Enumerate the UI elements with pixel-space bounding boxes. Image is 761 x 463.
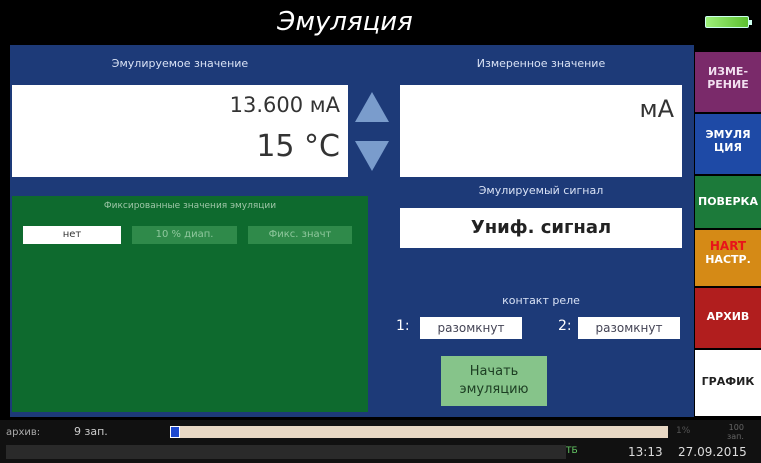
signal-select[interactable]: Униф. сигнал bbox=[400, 208, 682, 248]
tab-measure[interactable]: ИЗМЕ- РЕНИЕ bbox=[695, 52, 761, 112]
tab-graph[interactable]: ГРАФИК bbox=[695, 350, 761, 416]
relay-1-number: 1: bbox=[396, 318, 410, 334]
relay-2-number: 2: bbox=[558, 318, 572, 334]
clock-date: 27.09.2015 bbox=[678, 445, 747, 459]
tab-emulation-label-1: ЭМУЛЯ bbox=[705, 128, 751, 141]
start-emulation-button[interactable]: Начать эмуляцию bbox=[441, 356, 547, 406]
tab-hart-label: HART bbox=[709, 239, 747, 253]
emulated-temp-value: 15 °C bbox=[256, 129, 340, 164]
start-label-2: эмуляцию bbox=[459, 382, 529, 397]
relay-2-state[interactable]: разомкнут bbox=[578, 317, 680, 339]
tab-measure-label-2: РЕНИЕ bbox=[707, 78, 749, 91]
relay-label: контакт реле bbox=[502, 294, 580, 307]
archive-label: архив: bbox=[6, 427, 41, 438]
tab-verify[interactable]: ПОВЕРКА bbox=[695, 176, 761, 228]
storage-indicator: ТБ bbox=[566, 446, 578, 456]
decrease-arrow-icon[interactable] bbox=[355, 141, 389, 171]
archive-count: 9 зап. bbox=[74, 425, 108, 438]
fixed-none-button[interactable]: нет bbox=[23, 226, 121, 244]
increase-arrow-icon[interactable] bbox=[355, 92, 389, 122]
progress-percent: 1% bbox=[676, 426, 691, 436]
emulated-label: Эмулируемое значение bbox=[111, 57, 249, 70]
start-label-1: Начать bbox=[469, 364, 519, 379]
page-title: Эмуляция bbox=[277, 7, 413, 37]
archive-progress-fill bbox=[170, 426, 180, 438]
archive-capacity: 100 зап. bbox=[727, 423, 744, 441]
archive-capacity-1: 100 bbox=[728, 423, 744, 432]
archive-capacity-2: зап. bbox=[727, 432, 744, 441]
tab-settings-label: НАСТР. bbox=[705, 253, 751, 266]
measured-value-box: мА bbox=[400, 85, 682, 177]
tab-hart-settings[interactable]: HART НАСТР. bbox=[695, 230, 761, 286]
fixed-10pct-button[interactable]: 10 % диап. bbox=[132, 226, 237, 244]
tab-emulation-label-2: ЦИЯ bbox=[714, 141, 742, 154]
clock-time: 13:13 bbox=[628, 445, 663, 459]
tab-emulation[interactable]: ЭМУЛЯ ЦИЯ bbox=[695, 114, 761, 174]
battery-icon bbox=[705, 16, 752, 28]
emulated-value-box[interactable]: 13.600 мА 15 °C bbox=[12, 85, 348, 177]
tab-measure-label-1: ИЗМЕ- bbox=[707, 65, 749, 78]
emulated-current-value: 13.600 мА bbox=[229, 93, 340, 117]
measured-label: Измеренное значение bbox=[476, 57, 606, 70]
tab-archive[interactable]: АРХИВ bbox=[695, 288, 761, 348]
measured-unit: мА bbox=[639, 95, 674, 123]
status-strip bbox=[6, 445, 566, 459]
archive-progress-bar bbox=[170, 426, 668, 438]
fixed-values-panel: Фиксированные значения эмуляции нет 10 %… bbox=[12, 196, 368, 412]
fixed-value-button[interactable]: Фикс. значт bbox=[248, 226, 352, 244]
fixed-values-label: Фиксированные значения эмуляции bbox=[103, 201, 277, 211]
relay-1-state[interactable]: разомкнут bbox=[420, 317, 522, 339]
signal-label: Эмулируемый сигнал bbox=[478, 184, 604, 197]
